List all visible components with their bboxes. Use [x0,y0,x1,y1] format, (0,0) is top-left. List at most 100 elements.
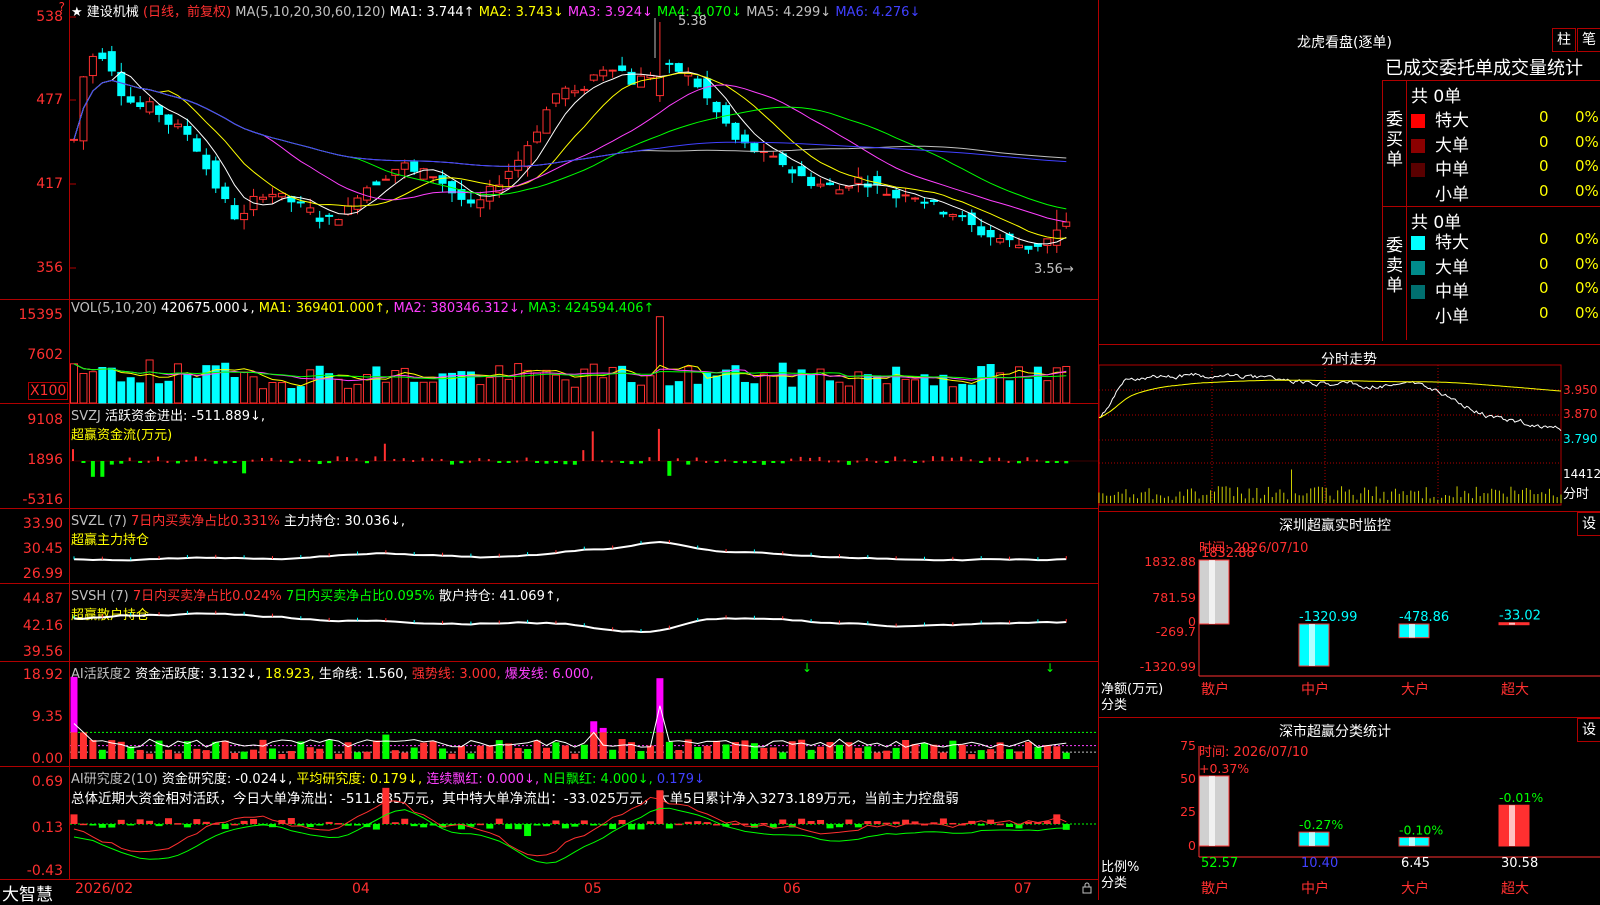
volume-bar [929,385,938,404]
activity-bar [306,747,314,759]
volume-chart[interactable] [0,300,1098,404]
svzj-chart[interactable] [0,404,1098,509]
category-label: 大户 [1401,681,1429,698]
intraday-chart[interactable] [1098,345,1600,512]
candle-up [268,193,277,198]
candle-up [816,183,825,187]
research-bar [231,823,239,826]
flow-bar [648,457,651,461]
activity-bar [1006,749,1014,759]
activity-bar [325,739,333,759]
tick-mode-button[interactable]: 笔 [1577,28,1600,52]
activity-bar [410,747,418,759]
svzj-pane[interactable]: 9108 1896 -5316 SVZJ 活跃资金进出: -511.889↓, … [0,404,1098,509]
volume-bar [1043,380,1052,404]
flow-bar [950,457,953,461]
lock-icon[interactable] [1082,882,1092,894]
research-bar [817,819,825,824]
candle-down [466,199,475,204]
activity-bar [79,732,87,759]
candle-down [788,169,797,174]
flow-bar [336,456,339,461]
candle-up [70,138,78,141]
volume-bar [136,382,145,404]
order-row: 大单 0 0% [1411,131,1600,156]
category-label: 中户 [1301,880,1329,897]
volume-bar [665,385,674,404]
activity-bar [174,753,182,759]
volume-bar [277,382,286,404]
volume-bar [750,383,759,404]
svzl-pane[interactable]: 33.90 30.45 26.99 SVZL (7) 7日内买卖净占比0.331… [0,509,1098,584]
activity-bar [165,749,172,759]
activity-bar-base [70,732,78,759]
research-bar [372,824,380,830]
bar-axis-tick: -1320.99 [1140,659,1196,674]
research-bar [193,819,201,824]
activity-bar [779,752,787,759]
volume-pane[interactable]: 15395 7602 X100 VOL(5,10,20) 420675.000↓… [0,300,1098,404]
ai-research-chart[interactable] [0,767,1098,880]
activity-bar [457,745,465,759]
flow-bar [695,457,698,461]
volume-bar [589,363,598,404]
flow-bar [166,460,169,463]
holding-line [73,540,1067,562]
price-pane[interactable]: ? 538 477 417 356 ★ 建设机械 (日线，前复权) MA(5,1… [0,0,1098,300]
volume-bar [731,365,740,404]
volume-bar [882,383,891,404]
flow-bar [157,456,160,461]
order-pct: 0% [1575,279,1599,297]
flow-bar [421,457,424,461]
order-pct: 0% [1575,108,1599,126]
ai-activity-chart[interactable]: ↓ ↓ [0,661,1098,767]
research-bar [939,818,947,824]
svsh-chart[interactable] [0,584,1098,662]
volume-bar [334,378,343,404]
color-swatch [1411,310,1425,324]
flow-bar [402,458,405,461]
candlestick-chart[interactable] [0,0,1098,300]
ai-research-pane[interactable]: 0.69 0.13 -0.43 AI研究度2(10) 资金研究度: -0.024… [0,767,1098,880]
order-label: 特大 [1435,111,1469,131]
candle-down [967,212,976,226]
volume-bar [372,366,381,404]
activity-bar-base [656,732,664,759]
bar-value-label: 10.40 [1301,856,1338,871]
order-label: 中单 [1435,160,1469,180]
volume-bar [315,365,324,404]
svsh-pane[interactable]: 44.87 42.16 39.56 SVSH (7) 7日内买卖净占比0.024… [0,584,1098,662]
svzl-chart[interactable] [0,509,1098,584]
ai-activity-pane[interactable]: 18.92 9.35 0.00 AI活跃度2 资金活跃度: 3.132↓, 18… [0,661,1098,767]
activity-bar [930,744,938,759]
research-bar [949,822,957,825]
activity-bar [533,740,541,759]
ma20-line [73,79,1067,223]
activity-bar [571,753,579,759]
bar-mode-button[interactable]: 柱 [1552,28,1576,52]
flow-bar [742,461,747,464]
category-bar-shine [1209,775,1215,846]
bar-axis-tick: 1832.88 [1144,554,1196,569]
flow-bar [298,458,301,461]
flow-bar [1064,461,1069,464]
candle-down [410,161,419,172]
research-bar [354,824,361,826]
activity-bar [136,749,144,759]
volume-bar [126,377,135,404]
bar-axis-tick: 25 [1180,804,1196,819]
activity-bar [193,748,201,759]
ma60-line [73,79,1067,167]
activity-bar [231,752,239,759]
buy-side-label: 委买单 [1386,110,1403,170]
flow-bar [969,459,972,462]
change-label: -0.10% [1399,822,1443,837]
candle-down [731,122,740,140]
intraday-panel[interactable]: 分时走势 3.950 3.870 3.790 14412 分时 [1098,345,1600,512]
research-bar [1006,824,1014,827]
research-bar [779,819,787,824]
volume-bar [164,380,173,404]
research-bar [420,824,428,828]
research-bar [221,824,229,830]
activity-bar [987,749,995,759]
